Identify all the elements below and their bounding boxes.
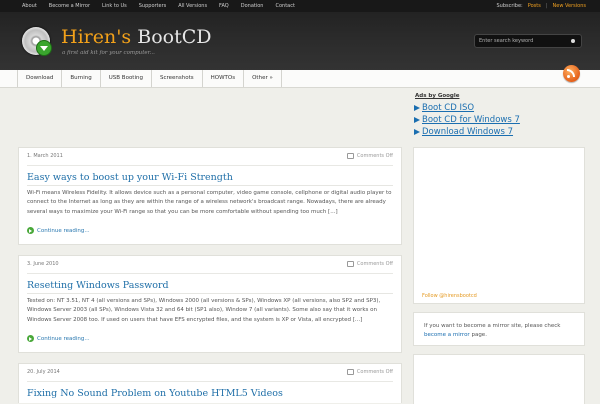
continue-reading-link[interactable]: Continue reading... bbox=[27, 335, 90, 342]
post-comments-label: Comments Off bbox=[356, 261, 393, 267]
arrow-right-icon bbox=[27, 227, 34, 234]
post-title[interactable]: Easy ways to boost up your Wi-Fi Strengt… bbox=[27, 172, 233, 183]
sidebar-widget bbox=[413, 354, 585, 404]
comment-bubble-icon bbox=[346, 153, 354, 159]
nav-burning[interactable]: Burning bbox=[62, 70, 101, 87]
post-date: 3. June 2010 bbox=[27, 261, 59, 267]
comment-bubble-icon bbox=[346, 261, 354, 267]
mirror-widget: If you want to become a mirror site, ple… bbox=[413, 312, 585, 346]
topnav-become-mirror[interactable]: Become a Mirror bbox=[46, 0, 93, 12]
post-meta: 3. June 2010 Comments Off bbox=[27, 256, 393, 274]
search-input[interactable] bbox=[479, 36, 565, 46]
mirror-text-before: If you want to become a mirror site, ple… bbox=[424, 323, 561, 329]
continue-reading-label: Continue reading... bbox=[37, 335, 90, 342]
subscribe-new-versions-link[interactable]: New Versions bbox=[553, 0, 587, 12]
topnav-supporters[interactable]: Supporters bbox=[136, 0, 170, 12]
nav-howtos[interactable]: HOWTOs bbox=[203, 70, 245, 87]
topnav-contact[interactable]: Contact bbox=[272, 0, 297, 12]
mirror-text: If you want to become a mirror site, ple… bbox=[424, 322, 576, 340]
follow-link[interactable]: Follow @hirensbootcd bbox=[422, 293, 477, 299]
post-divider bbox=[27, 185, 393, 186]
topnav-all-versions[interactable]: All Versions bbox=[175, 0, 210, 12]
post-excerpt: Tested on: NT 3.51, NT 4 (all versions a… bbox=[27, 298, 381, 323]
twitter-widget: Follow @hirensbootcd bbox=[413, 147, 585, 304]
ad-link[interactable]: Download Windows 7 bbox=[414, 127, 513, 137]
post-card: 3. June 2010 Comments Off Resetting Wind… bbox=[18, 255, 402, 353]
main-nav: Download Burning USB Booting Screenshots… bbox=[17, 70, 282, 87]
post-comments-label: Comments Off bbox=[356, 153, 393, 159]
arrow-right-icon bbox=[27, 335, 34, 342]
triangle-right-icon bbox=[414, 128, 420, 135]
nav-download[interactable]: Download bbox=[18, 70, 63, 87]
ads-title[interactable]: Ads by Google bbox=[415, 93, 459, 99]
download-arrow-icon bbox=[36, 40, 52, 56]
ad-link-label: Boot CD ISO bbox=[422, 103, 475, 113]
continue-reading-label: Continue reading... bbox=[37, 227, 90, 234]
post-comments[interactable]: Comments Off bbox=[346, 261, 393, 267]
google-ads: Ads by Google Boot CD ISO Boot CD for Wi… bbox=[414, 90, 584, 142]
nav-other[interactable]: Other » bbox=[244, 70, 282, 87]
site-header: About Become a Mirror Link to Us Support… bbox=[0, 0, 600, 70]
site-title[interactable]: Hiren's BootCD bbox=[61, 26, 211, 48]
mirror-text-after: page. bbox=[471, 332, 487, 338]
topnav-about[interactable]: About bbox=[19, 0, 40, 12]
search-box bbox=[474, 34, 582, 48]
post-excerpt: Wi-Fi means Wireless Fidelity. It allows… bbox=[27, 190, 392, 215]
topnav-faq[interactable]: FAQ bbox=[216, 0, 232, 12]
post-meta: 20. July 2014 Comments Off bbox=[27, 364, 393, 382]
post-divider bbox=[27, 293, 393, 294]
post-comments[interactable]: Comments Off bbox=[346, 369, 393, 375]
top-nav: About Become a Mirror Link to Us Support… bbox=[16, 0, 301, 12]
triangle-right-icon bbox=[414, 116, 420, 123]
top-bar: About Become a Mirror Link to Us Support… bbox=[0, 0, 600, 12]
post-title[interactable]: Fixing No Sound Problem on Youtube HTML5… bbox=[27, 388, 283, 399]
nav-usb-booting[interactable]: USB Booting bbox=[101, 70, 152, 87]
ad-link-label: Download Windows 7 bbox=[422, 127, 514, 137]
ad-link-label: Boot CD for Windows 7 bbox=[422, 115, 520, 125]
search-button-icon[interactable] bbox=[571, 39, 575, 43]
post-title[interactable]: Resetting Windows Password bbox=[27, 280, 169, 291]
rss-icon[interactable] bbox=[563, 65, 580, 82]
post-comments[interactable]: Comments Off bbox=[346, 153, 393, 159]
post-comments-label: Comments Off bbox=[356, 369, 393, 375]
become-mirror-link[interactable]: become a mirror bbox=[424, 332, 470, 338]
post-meta: 1. March 2011 Comments Off bbox=[27, 148, 393, 166]
post-card: 20. July 2014 Comments Off Fixing No Sou… bbox=[18, 363, 402, 403]
post-card: 1. March 2011 Comments Off Easy ways to … bbox=[18, 147, 402, 245]
comment-bubble-icon bbox=[346, 369, 354, 375]
topnav-donation[interactable]: Donation bbox=[238, 0, 267, 12]
site-title-part1: Hiren's bbox=[61, 26, 132, 48]
site-title-part2: BootCD bbox=[137, 26, 212, 48]
subscribe-label: Subscribe: bbox=[496, 3, 523, 9]
post-date: 1. March 2011 bbox=[27, 153, 63, 159]
continue-reading-link[interactable]: Continue reading... bbox=[27, 227, 90, 234]
site-tagline: a first aid kit for your computer... bbox=[62, 50, 155, 56]
subscribe-separator: | bbox=[545, 3, 548, 9]
nav-screenshots[interactable]: Screenshots bbox=[152, 70, 203, 87]
topnav-link-to-us[interactable]: Link to Us bbox=[99, 0, 130, 12]
subscribe-posts-link[interactable]: Posts bbox=[528, 0, 541, 12]
triangle-right-icon bbox=[414, 104, 420, 111]
subscribe-links: Subscribe: Posts | New Versions bbox=[496, 0, 586, 12]
ad-link[interactable]: Boot CD ISO bbox=[414, 103, 474, 113]
main-nav-bar: Download Burning USB Booting Screenshots… bbox=[0, 70, 600, 88]
post-date: 20. July 2014 bbox=[27, 369, 60, 375]
ad-link[interactable]: Boot CD for Windows 7 bbox=[414, 115, 520, 125]
